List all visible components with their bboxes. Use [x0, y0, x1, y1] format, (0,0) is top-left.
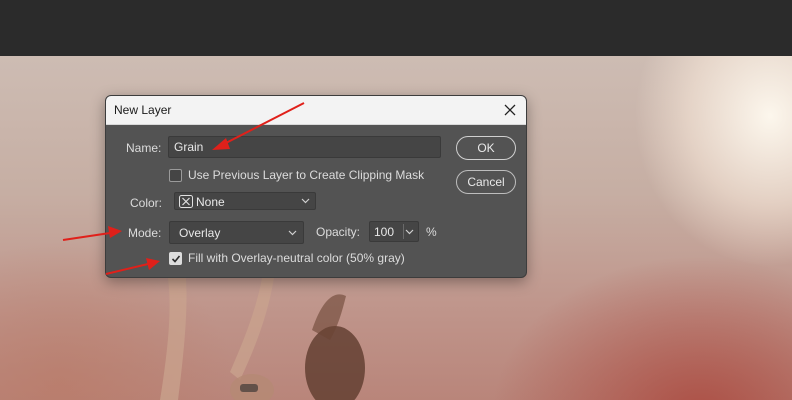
color-label: Color:	[130, 196, 163, 210]
cancel-button[interactable]: Cancel	[456, 170, 516, 194]
name-input-value: Grain	[174, 140, 204, 154]
name-input[interactable]: Grain	[168, 136, 441, 158]
dialog-title: New Layer	[114, 103, 172, 117]
close-button[interactable]	[500, 100, 520, 120]
mode-select-value: Overlay	[179, 226, 221, 240]
mode-select[interactable]: Overlay	[169, 221, 304, 244]
opacity-input[interactable]: 100	[369, 221, 419, 242]
opacity-value: 100	[374, 225, 395, 239]
close-icon	[504, 104, 516, 116]
dialog-titlebar: New Layer	[106, 96, 526, 125]
chevron-down-icon	[301, 198, 310, 204]
chevron-down-icon	[288, 230, 297, 235]
clipping-mask-checkbox[interactable]	[169, 169, 182, 182]
fill-neutral-label: Fill with Overlay-neutral color (50% gra…	[188, 251, 405, 265]
clipping-mask-label: Use Previous Layer to Create Clipping Ma…	[188, 168, 425, 182]
x-box-icon	[179, 195, 193, 208]
chevron-down-icon[interactable]	[405, 229, 414, 235]
color-select-value: None	[196, 195, 225, 209]
mode-label: Mode:	[128, 226, 162, 240]
ok-button[interactable]: OK	[456, 136, 516, 160]
color-select[interactable]: None	[174, 192, 316, 210]
opacity-unit: %	[426, 225, 437, 239]
new-layer-dialog: New Layer Name: Grain Use Previous Layer…	[105, 95, 527, 278]
opacity-divider	[403, 224, 404, 239]
opacity-label: Opacity:	[316, 225, 361, 239]
fill-neutral-checkbox[interactable]	[169, 252, 182, 265]
name-label: Name:	[126, 141, 162, 155]
check-icon	[171, 255, 181, 263]
app-top-bar	[0, 0, 792, 56]
